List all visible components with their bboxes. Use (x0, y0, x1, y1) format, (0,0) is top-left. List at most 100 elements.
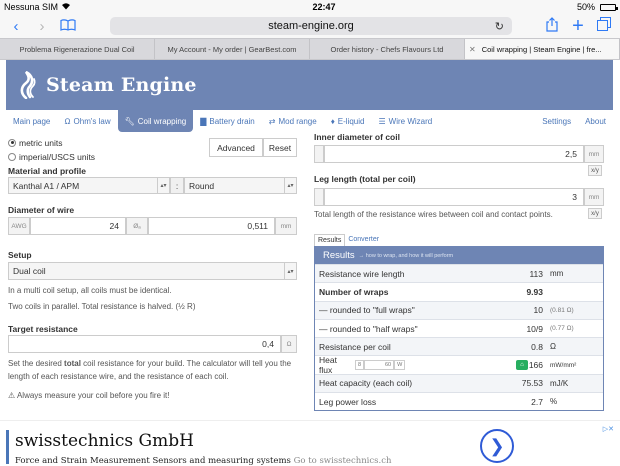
back-icon[interactable]: ‹ (6, 18, 26, 35)
setup-select[interactable]: Dual coil ▴▾ (8, 262, 297, 280)
browser-tab-active[interactable]: ✕ Coil wrapping | Steam Engine | fre... (465, 39, 620, 59)
setup-note-1: In a multi coil setup, all coils must be… (8, 286, 172, 295)
heat-flux-unit: W (394, 360, 406, 371)
advanced-button[interactable]: Advanced (209, 138, 263, 157)
results-hint[interactable]: → how to wrap, and how it will perform (359, 253, 453, 259)
reload-icon[interactable]: ↻ (495, 20, 504, 33)
metric-radio[interactable]: metric units (8, 136, 62, 149)
battery-icon (599, 3, 618, 11)
heat-flux-status-icon: ⌂ (516, 360, 528, 371)
result-value: 2.7 (531, 396, 543, 407)
results-tabs: Results Converter (314, 234, 383, 246)
browser-tab[interactable]: My Account - My order | GearBest.com (155, 39, 310, 59)
result-value: 0.8 (531, 341, 543, 352)
diameter-unit: mm (275, 217, 297, 235)
warning-icon: ⚠ (8, 391, 16, 400)
close-tab-icon[interactable]: ✕ (469, 45, 476, 54)
bookmarks-icon[interactable] (58, 18, 78, 35)
nav-label: Settings (542, 116, 572, 126)
warning-note: ⚠ Always measure your coil before you fi… (8, 389, 169, 402)
tabs-icon[interactable] (594, 17, 614, 35)
nav-main-page[interactable]: Main page (6, 110, 57, 132)
profile-select[interactable]: Round ▴▾ (184, 177, 297, 194)
nav-about[interactable]: About (578, 110, 613, 132)
inner-fraction-button[interactable]: x/y (588, 165, 602, 176)
heat-flux-watts-input[interactable]: 8 60 W (355, 360, 406, 371)
profile-value: Round (189, 180, 215, 191)
imperial-radio[interactable]: imperial/USCS units (8, 150, 95, 163)
nav-label: About (585, 116, 606, 126)
results-header: Results → how to wrap, and how it will p… (315, 247, 603, 264)
browser-tab[interactable]: Problema Rigenerazione Dual Coil (0, 39, 155, 59)
result-value: 10/9 (526, 323, 543, 334)
carrier-label: Nessuna SIM (4, 2, 59, 12)
inner-label: Inner diameter of coil (314, 132, 400, 142)
colon-separator: : (170, 177, 184, 194)
inner-unit: mm (584, 145, 604, 163)
battery-percent: 50% (576, 2, 595, 12)
nav-label: Coil wrapping (137, 116, 187, 126)
site-title[interactable]: Steam Engine (46, 74, 197, 96)
new-tab-icon[interactable]: + (568, 15, 588, 38)
drop-icon: ♦ (330, 116, 335, 126)
forward-icon[interactable]: › (32, 18, 52, 35)
nav-battery-drain[interactable]: ▇ Battery drain (193, 110, 262, 132)
result-value: 10 (533, 305, 543, 316)
ad-title[interactable]: swisstechnics GmbH (15, 431, 194, 451)
browser-tab-label: Problema Rigenerazione Dual Coil (19, 44, 135, 54)
target-note-bold: total (64, 359, 81, 368)
heat-flux-prefix: 8 (355, 360, 365, 371)
leg-input[interactable]: 3 (324, 188, 584, 206)
result-row: Heat capacity (each coil) 75.53 mJ/K (315, 373, 603, 393)
clock: 22:47 (312, 2, 336, 12)
nav-ohms-law[interactable]: Ω Ohm's law (57, 110, 117, 132)
result-row: Resistance wire length 113 mm (315, 264, 603, 283)
site-nav: Main page Ω Ohm's law 🔧︎ Coil wrapping ▇ Ba… (6, 110, 613, 132)
diameter-row: AWG 24 Øₐ 0,511 mm (8, 217, 297, 235)
target-input[interactable]: 0,4 (8, 335, 281, 353)
select-arrow-icon: ▴▾ (284, 178, 296, 193)
nav-settings[interactable]: Settings (535, 110, 578, 132)
nav-label: Ohm's law (73, 116, 111, 126)
warning-text: Always measure your coil before you fire… (16, 391, 170, 400)
diameter-addon: Øₐ (126, 217, 148, 235)
result-row-heat-flux: Heat flux 8 60 W ⌂ 166 mW/mm² (315, 355, 603, 375)
inner-input[interactable]: 2,5 (324, 145, 584, 163)
material-select[interactable]: Kanthal A1 / APM ▴▾ (8, 177, 170, 194)
radio-selected-icon (8, 138, 16, 147)
browser-tab[interactable]: Order history - Chefs Flavours Ltd (310, 39, 465, 59)
setup-value: Dual coil (13, 266, 46, 276)
nav-label: Wire Wizard (388, 116, 433, 126)
radio-unselected-icon (8, 152, 16, 161)
url-text: steam-engine.org (268, 20, 354, 32)
nav-wire-wizard[interactable]: ☰ Wire Wizard (371, 110, 439, 132)
reset-button[interactable]: Reset (263, 138, 297, 157)
result-unit: (0.77 Ω) (550, 325, 574, 333)
result-value: 9.93 (526, 286, 543, 297)
address-bar[interactable]: steam-engine.org ↻ (110, 17, 512, 35)
nav-e-liquid[interactable]: ♦ E-liquid (324, 110, 372, 132)
nav-label: Mod range (278, 116, 317, 126)
awg-input[interactable]: 24 (30, 217, 126, 235)
setup-note-2: Two coils in parallel. Total resistance … (8, 302, 196, 311)
target-note-text: Set the desired (8, 359, 65, 368)
ad-arrow-icon[interactable]: ❯ (480, 429, 514, 463)
tab-converter[interactable]: Converter (345, 234, 383, 246)
nav-coil-wrapping[interactable]: 🔧︎ Coil wrapping (117, 110, 194, 132)
ad-banner[interactable]: swisstechnics GmbH Force and Strain Meas… (0, 420, 620, 466)
nav-mod-range[interactable]: ⇄ Mod range (262, 110, 324, 132)
select-arrow-icon: ▴▾ (157, 178, 169, 193)
material-value: Kanthal A1 / APM (13, 180, 80, 191)
browser-tab-strip: Problema Rigenerazione Dual Coil My Acco… (0, 38, 620, 60)
results-panel: Results → how to wrap, and how it will p… (314, 246, 604, 412)
browser-tab-label: Coil wrapping | Steam Engine | fre... (481, 44, 602, 54)
diameter-input[interactable]: 0,511 (148, 217, 275, 235)
leg-row: 3 mm (314, 188, 604, 206)
share-icon[interactable] (542, 16, 562, 36)
ad-choices-icon[interactable]: ▷✕ (603, 425, 614, 433)
result-unit: (0.81 Ω) (550, 306, 574, 314)
tab-results[interactable]: Results (314, 234, 346, 246)
result-row: Number of wraps 9.93 (315, 282, 603, 300)
leg-fraction-button[interactable]: x/y (588, 208, 602, 219)
result-unit: mm (550, 269, 564, 279)
